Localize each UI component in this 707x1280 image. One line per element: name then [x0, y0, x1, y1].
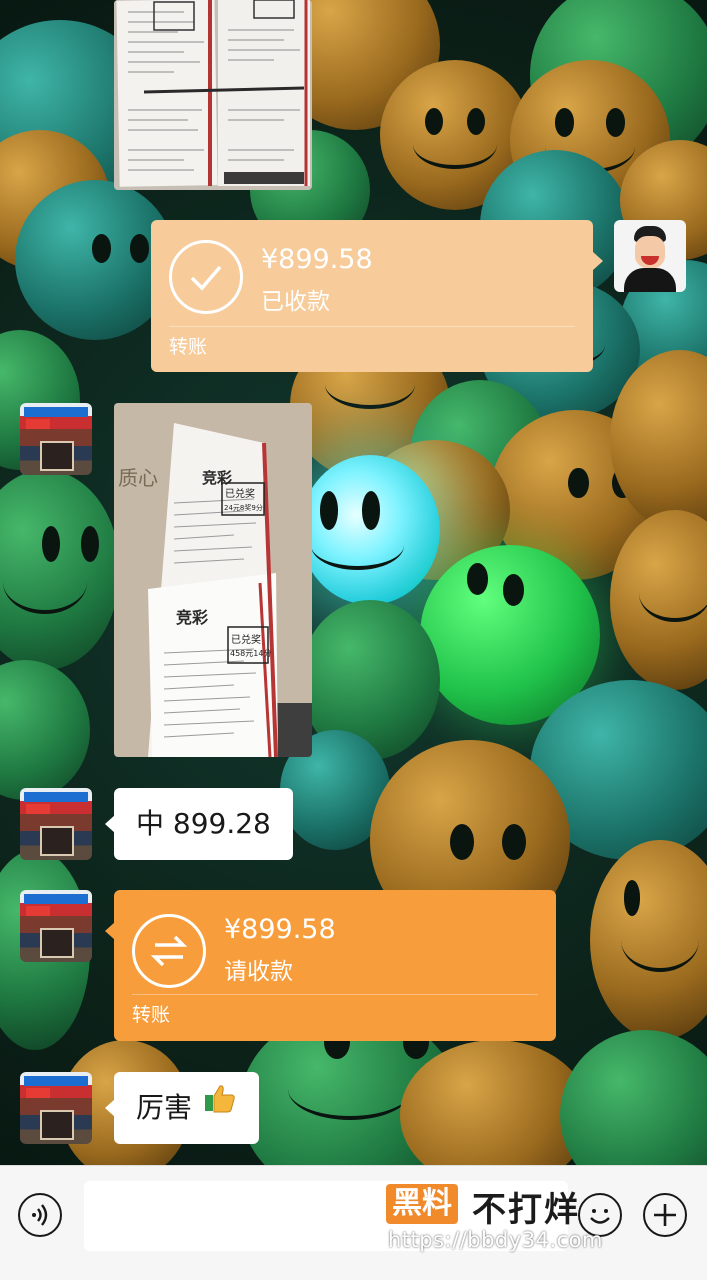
glowing-smiley-ball — [300, 455, 440, 605]
more-button[interactable] — [643, 1193, 687, 1237]
ticket-brand-top: 竞彩 — [202, 469, 232, 487]
transfer-divider — [169, 326, 575, 327]
transfer-label: 转账 — [132, 1004, 171, 1026]
message-text: 厉害 — [136, 1091, 193, 1124]
watermark-badge: 黑料 — [386, 1184, 458, 1224]
exchange-icon — [132, 914, 206, 988]
lottery-ticket-photo[interactable]: 质心 竞彩 已兑奖 24元8奖9分 竞彩 已兑奖 458元14分 — [114, 403, 312, 757]
ticket-handwriting: 质心 — [118, 466, 158, 490]
self-avatar[interactable] — [614, 220, 686, 292]
ticket-stamp-top-detail: 24元8奖9分 — [224, 503, 263, 512]
ticket-stamp-bottom-detail: 458元14分 — [230, 649, 271, 658]
watermark-title: 不打烊 — [472, 1190, 580, 1230]
lottery-ticket-photo-top[interactable] — [114, 0, 312, 190]
check-icon — [169, 240, 243, 314]
ticket-stamp-top: 已兑奖 — [225, 487, 255, 500]
message-text: 中 899.28 — [136, 807, 271, 840]
smiley-ball — [590, 840, 707, 1040]
transfer-amount: ¥899.58 — [261, 244, 373, 275]
ticket-brand-bottom: 竞彩 — [176, 608, 208, 627]
voice-icon — [32, 1204, 48, 1226]
thumbs-up-icon — [203, 1070, 237, 1142]
ticket-image: 质心 竞彩 已兑奖 24元8奖9分 竞彩 已兑奖 458元14分 — [114, 403, 312, 757]
contact-avatar[interactable] — [20, 788, 92, 860]
transfer-divider — [132, 994, 538, 995]
smiley-ball — [0, 660, 90, 800]
transfer-received-bubble[interactable]: ¥899.58 已收款 转账 — [151, 220, 603, 372]
message-bubble[interactable]: 厉害 — [105, 1070, 259, 1144]
contact-avatar[interactable] — [20, 403, 92, 475]
transfer-amount: ¥899.58 — [224, 914, 336, 945]
site-watermark: 黑料 不打烊 https://bbdy34.com — [386, 1182, 626, 1252]
plus-icon — [654, 1204, 676, 1226]
watermark-url: https://bbdy34.com — [388, 1228, 603, 1252]
contact-avatar[interactable] — [20, 890, 92, 962]
voice-button[interactable] — [18, 1193, 62, 1237]
transfer-label: 转账 — [169, 336, 208, 358]
transfer-status: 请收款 — [224, 959, 293, 985]
smiley-ball — [560, 1030, 707, 1165]
transfer-status: 已收款 — [261, 289, 330, 315]
contact-avatar[interactable] — [20, 1072, 92, 1144]
ticket-stamp-bottom: 已兑奖 — [231, 633, 261, 646]
message-bubble[interactable]: 中 899.28 — [105, 788, 293, 860]
ticket-image — [114, 0, 312, 190]
transfer-pending-bubble[interactable]: ¥899.58 请收款 转账 — [105, 890, 556, 1041]
smiley-ball — [0, 470, 120, 670]
